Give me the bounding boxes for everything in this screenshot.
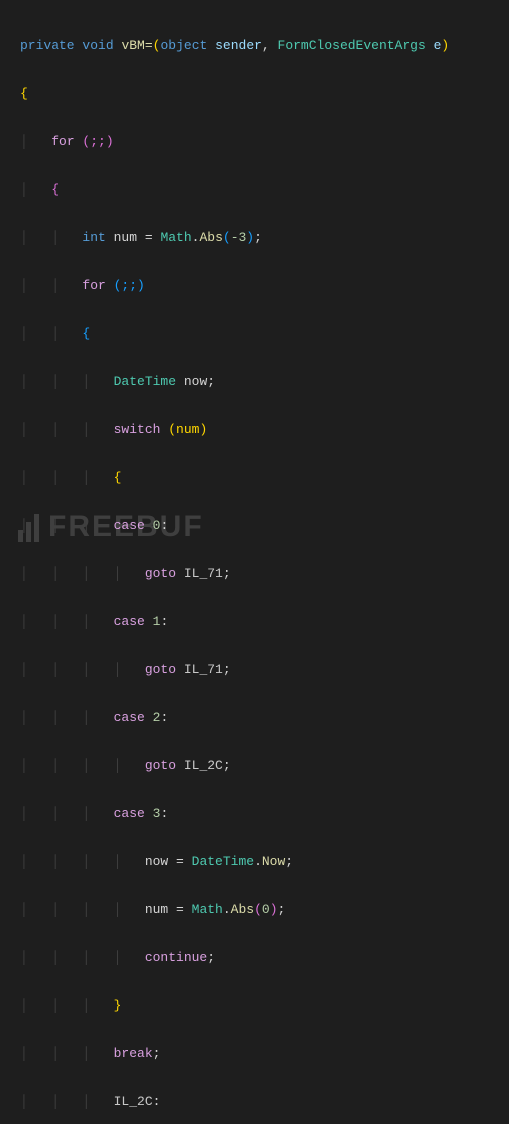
code-line: │ │ │ │ continue;: [20, 950, 509, 966]
code-line: │ │ {: [20, 326, 509, 342]
code-line: │ │ │ │ goto IL_71;: [20, 566, 509, 582]
code-line: private void vBM=(object sender, FormClo…: [20, 38, 509, 54]
code-line: │ │ │ {: [20, 470, 509, 486]
code-line: │ │ │ case 1:: [20, 614, 509, 630]
code-line: │ │ │ case 0:: [20, 518, 509, 534]
code-line: │ │ │ │ now = DateTime.Now;: [20, 854, 509, 870]
code-line: │ │ int num = Math.Abs(-3);: [20, 230, 509, 246]
code-line: │ │ │ break;: [20, 1046, 509, 1062]
code-editor[interactable]: private void vBM=(object sender, FormClo…: [0, 0, 509, 1124]
code-line: │ for (;;): [20, 134, 509, 150]
code-line: │ │ │ │ goto IL_71;: [20, 662, 509, 678]
code-line: │ │ │ │ goto IL_2C;: [20, 758, 509, 774]
code-line: │ │ │ │ num = Math.Abs(0);: [20, 902, 509, 918]
code-line: │ │ │ IL_2C:: [20, 1094, 509, 1110]
code-line: │ │ │ }: [20, 998, 509, 1014]
code-line: │ │ │ case 2:: [20, 710, 509, 726]
code-line: │ │ for (;;): [20, 278, 509, 294]
code-line: │ │ │ switch (num): [20, 422, 509, 438]
code-line: │ │ │ DateTime now;: [20, 374, 509, 390]
code-line: {: [20, 86, 509, 102]
code-line: │ │ │ case 3:: [20, 806, 509, 822]
code-line: │ {: [20, 182, 509, 198]
